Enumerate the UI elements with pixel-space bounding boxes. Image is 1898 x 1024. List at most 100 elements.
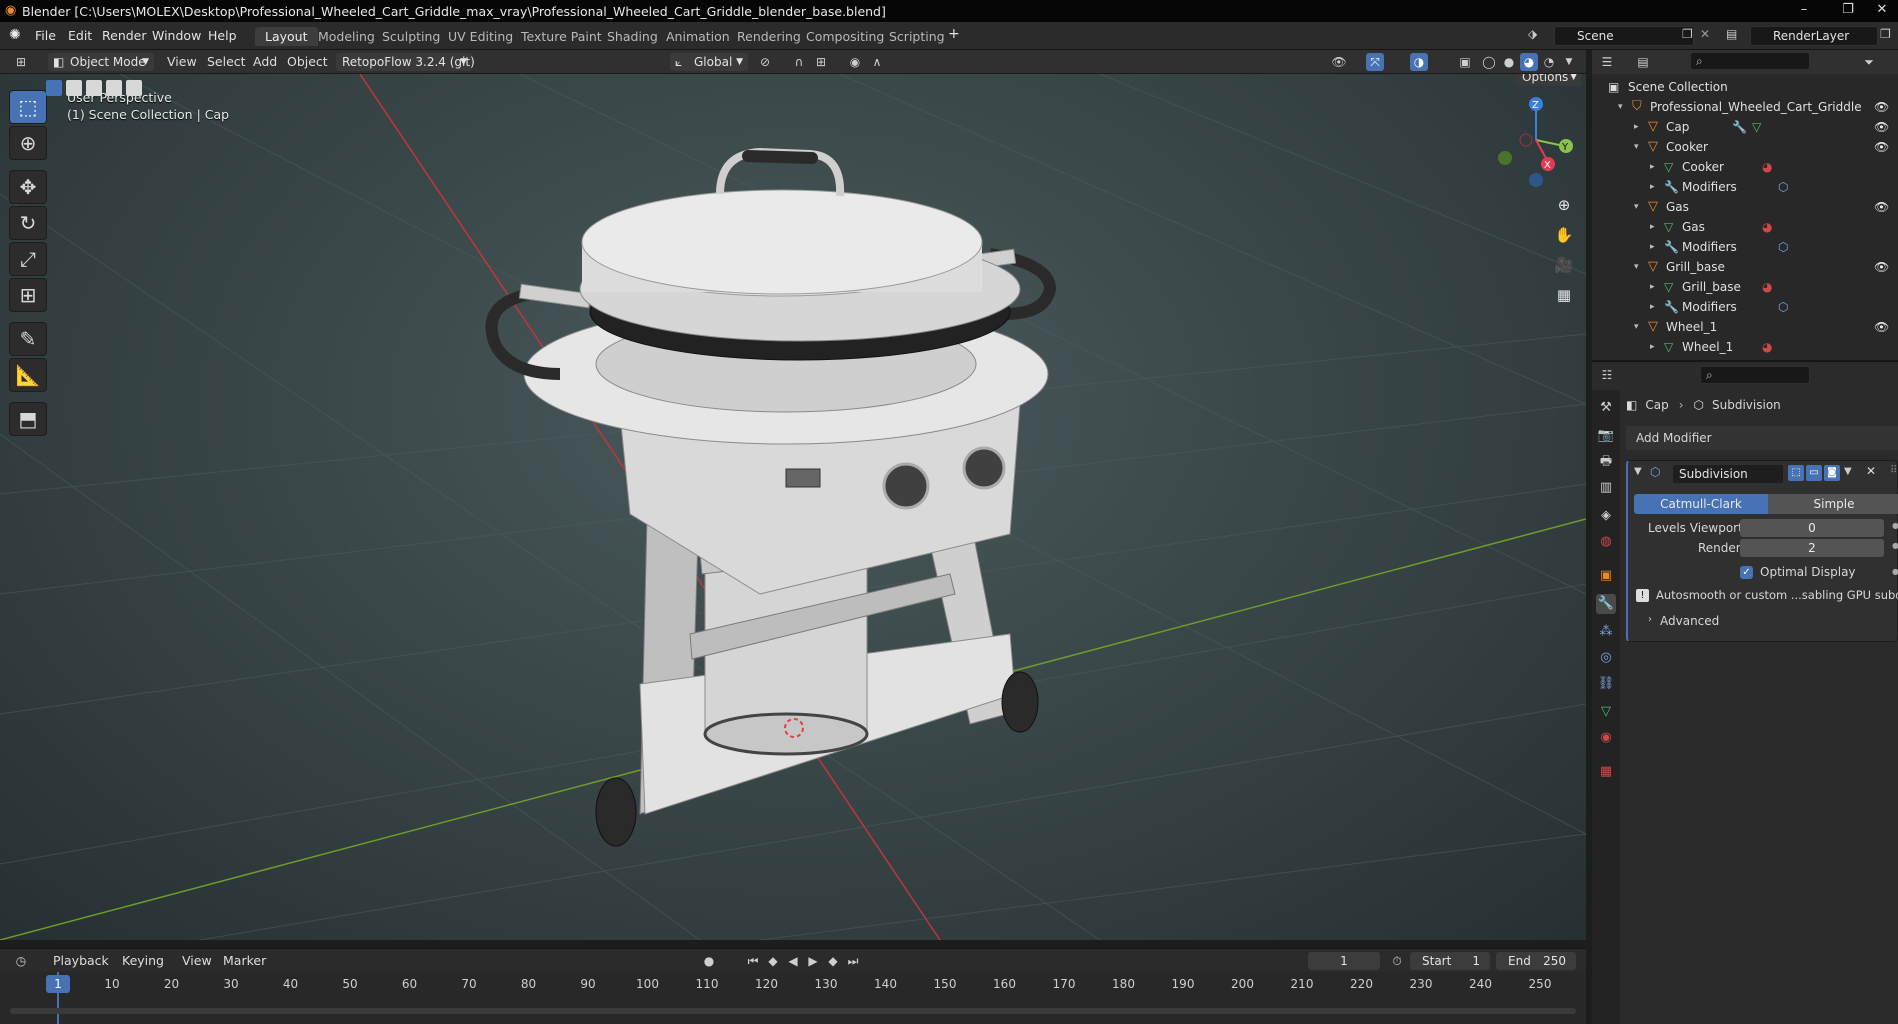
properties-editor-icon[interactable]: ☷ xyxy=(1598,366,1616,384)
navigation-gizmo[interactable]: Z Y X xyxy=(1498,97,1573,187)
render-toggle-icon[interactable]: ◙ xyxy=(1824,465,1840,481)
physics-tab-icon[interactable]: ◎ xyxy=(1596,648,1616,668)
outliner-row[interactable]: ▾ ▽ Grill_base 👁 xyxy=(1592,257,1898,277)
menu-file[interactable]: File xyxy=(35,28,56,43)
outliner-row[interactable]: ▸ ▽ Cap 👁 🔧 ▽ xyxy=(1592,117,1898,137)
measure-tool-icon[interactable]: 📐 xyxy=(9,358,47,392)
visibility-eye-icon[interactable]: 👁 xyxy=(1874,197,1889,217)
cursor-tool-icon[interactable]: ⊕ xyxy=(9,126,47,160)
select-intersect-icon[interactable] xyxy=(126,80,142,96)
outliner-row[interactable]: ▸ ▽ Grill_base ◕ xyxy=(1592,277,1898,297)
view-layer-tab-icon[interactable]: ▥ xyxy=(1596,478,1616,498)
shading-wireframe-icon[interactable]: ◯ xyxy=(1480,53,1498,71)
expand-triangle-icon[interactable]: ▾ xyxy=(1618,97,1623,117)
menu-marker[interactable]: Marker xyxy=(223,953,266,968)
playhead[interactable]: 1 xyxy=(46,975,70,993)
display-mode-icon[interactable]: ▤ xyxy=(1634,53,1652,71)
visibility-eye-icon[interactable]: 👁 xyxy=(1874,117,1889,137)
pan-hand-icon[interactable]: ✋ xyxy=(1551,222,1577,248)
keyframe-dot-icon[interactable]: ● xyxy=(1892,521,1898,530)
record-icon[interactable]: ● xyxy=(700,952,718,970)
scene-selector[interactable]: Scene xyxy=(1554,26,1694,46)
select-box-tool-icon[interactable]: ⬚ xyxy=(9,90,47,124)
prev-keyframe-icon[interactable]: ◆ xyxy=(764,952,782,970)
expand-triangle-icon[interactable]: ▸ xyxy=(1650,277,1655,297)
retopoflow-menu[interactable]: RetopoFlow 3.2.4 (git) ▼ xyxy=(336,53,475,71)
optimal-display-checkbox[interactable]: ✓ xyxy=(1740,566,1753,579)
control-knob-right[interactable] xyxy=(962,446,1006,490)
outliner-editor-icon[interactable]: ☰ xyxy=(1598,53,1616,71)
ortho-toggle-icon[interactable]: ▦ xyxy=(1551,282,1577,308)
render-levels-field[interactable]: 2 xyxy=(1740,539,1884,557)
add-cube-tool-icon[interactable]: ⬒ xyxy=(9,402,47,436)
texture-tab-icon[interactable]: ▦ xyxy=(1596,762,1616,782)
falloff-icon[interactable]: ∧ xyxy=(868,53,886,71)
expand-triangle-icon[interactable]: ▸ xyxy=(1650,177,1655,197)
menu-keying[interactable]: Keying xyxy=(122,953,164,968)
visibility-eye-icon[interactable]: 👁 xyxy=(1874,97,1889,117)
render-layer-icon[interactable]: ▤ xyxy=(1726,27,1737,41)
shading-options-icon[interactable]: ▼ xyxy=(1560,53,1578,71)
select-new-icon[interactable] xyxy=(46,80,62,96)
data-tab-icon[interactable]: ▽ xyxy=(1596,702,1616,722)
control-knob-left[interactable] xyxy=(882,462,930,510)
output-tab-icon[interactable]: 🖶 xyxy=(1596,452,1616,472)
snap-icon[interactable]: ∩ xyxy=(790,53,808,71)
proportional-edit-icon[interactable]: ◉ xyxy=(846,53,864,71)
select-extend-icon[interactable] xyxy=(66,80,82,96)
pivot-point-icon[interactable]: ⊘ xyxy=(756,53,774,71)
transform-orientation[interactable]: ⟀ Global ▼ xyxy=(670,53,748,71)
menu-playback[interactable]: Playback xyxy=(53,953,109,968)
catmull-clark-button[interactable]: Catmull-Clark xyxy=(1634,494,1768,514)
outliner-search[interactable] xyxy=(1690,52,1810,70)
menu-edit[interactable]: Edit xyxy=(68,28,92,43)
start-frame-field[interactable]: Start 1 xyxy=(1410,952,1490,970)
move-tool-icon[interactable]: ✥ xyxy=(9,170,47,204)
close-button[interactable]: ✕ xyxy=(1868,2,1896,20)
tool-tab-icon[interactable]: ⚒ xyxy=(1596,398,1616,418)
keyframe-dot-icon[interactable]: ● xyxy=(1892,567,1898,576)
snap-target-icon[interactable]: ⊞ xyxy=(812,53,830,71)
simple-button[interactable]: Simple xyxy=(1768,494,1898,514)
rotate-tool-icon[interactable]: ↻ xyxy=(9,206,47,240)
menu-timeline-view[interactable]: View xyxy=(182,953,212,968)
jump-start-icon[interactable]: ⏮ xyxy=(744,952,762,970)
mode-selector[interactable]: ◧ Object Mode ▼ xyxy=(48,53,154,71)
camera-view-icon[interactable]: 🎥 xyxy=(1551,252,1577,278)
modifier-menu-icon[interactable]: ▼ xyxy=(1844,466,1852,477)
viewport-toggle-icon[interactable]: ▭ xyxy=(1806,465,1822,481)
outliner-row[interactable]: ▸ 🔧 Modifiers ⬡ xyxy=(1592,297,1898,317)
select-invert-icon[interactable] xyxy=(106,80,122,96)
collapse-chevron-icon[interactable]: ▼ xyxy=(1634,466,1642,477)
jump-end-icon[interactable]: ⏭ xyxy=(844,952,862,970)
new-scene-icon[interactable]: ❐ xyxy=(1682,27,1693,41)
griddle-model[interactable] xyxy=(485,147,1057,847)
filter-icon[interactable]: ⏷ xyxy=(1860,53,1878,71)
remove-modifier-icon[interactable]: ✕ xyxy=(1866,464,1876,478)
add-workspace-button[interactable]: + xyxy=(948,26,960,42)
outliner-row[interactable]: ▸ 🔧 Modifiers ⬡ xyxy=(1592,177,1898,197)
menu-render[interactable]: Render xyxy=(102,28,147,43)
expand-triangle-icon[interactable]: ▸ xyxy=(1650,157,1655,177)
xray-toggle-icon[interactable]: ▣ xyxy=(1456,53,1474,71)
restore-button[interactable]: ❐ xyxy=(1834,2,1862,20)
expand-triangle-icon[interactable]: ▸ xyxy=(1650,217,1655,237)
menu-select[interactable]: Select xyxy=(207,54,246,69)
outliner-row[interactable]: ▸ ▽ Cooker ◕ xyxy=(1592,157,1898,177)
advanced-subpanel[interactable]: Advanced xyxy=(1660,614,1719,628)
overlay-toggle-icon[interactable]: ◑ xyxy=(1410,53,1428,71)
menu-add[interactable]: Add xyxy=(253,54,277,69)
outliner-row[interactable]: ▾ ▽ Gas 👁 xyxy=(1592,197,1898,217)
preview-range-icon[interactable]: ⏱ xyxy=(1388,952,1406,970)
tab-scripting[interactable]: Scripting xyxy=(879,27,955,46)
timeline-scrubber[interactable]: 10 20 30 40 50 60 70 80 90 100 110 120 130 140 150 160 1… xyxy=(0,972,1586,1024)
add-modifier-button[interactable]: Add Modifier xyxy=(1626,426,1898,450)
play-icon[interactable]: ▶ xyxy=(804,952,822,970)
object-tab-icon[interactable]: ▣ xyxy=(1596,566,1616,586)
visibility-eye-icon[interactable]: 👁 xyxy=(1874,257,1889,277)
expand-triangle-icon[interactable]: ▸ xyxy=(1634,117,1639,137)
keyframe-dot-icon[interactable]: ● xyxy=(1892,541,1898,550)
scene-icon[interactable]: ⬗ xyxy=(1528,27,1537,41)
edit-mode-toggle-icon[interactable]: ⬚ xyxy=(1788,465,1804,481)
annotate-tool-icon[interactable]: ✎ xyxy=(9,322,47,356)
